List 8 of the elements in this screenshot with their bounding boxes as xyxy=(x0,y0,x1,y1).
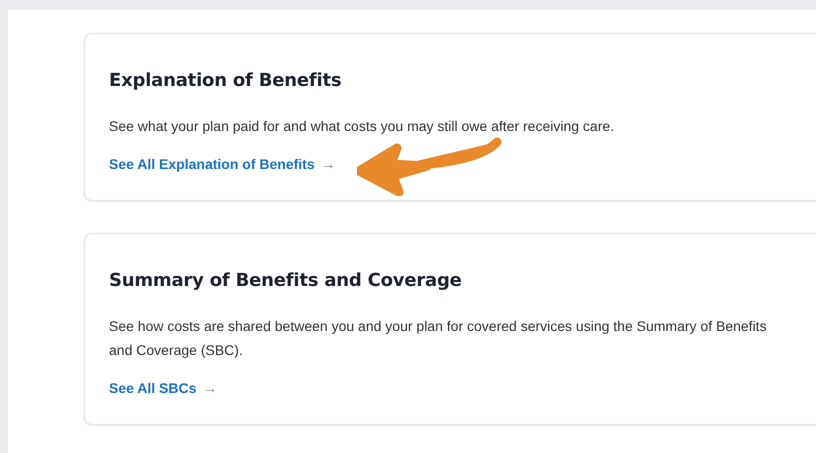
see-all-link[interactable]: See All Explanation of Benefits xyxy=(109,154,315,176)
arrow-icon: → xyxy=(202,378,218,400)
card-description: See how costs are shared between you and your plan for covered services using the Summary of Benefits and Coverage (SBC). xyxy=(109,316,768,360)
card-title: Summary of Benefits and Coverage xyxy=(109,270,463,292)
arrow-icon: → xyxy=(320,154,336,176)
card-title: Explanation of Benefits xyxy=(109,70,342,92)
see-all-link[interactable]: See All SBCs xyxy=(109,378,196,400)
card-description: See what your plan paid for and what costs you may still owe after receiving care. xyxy=(109,116,616,136)
